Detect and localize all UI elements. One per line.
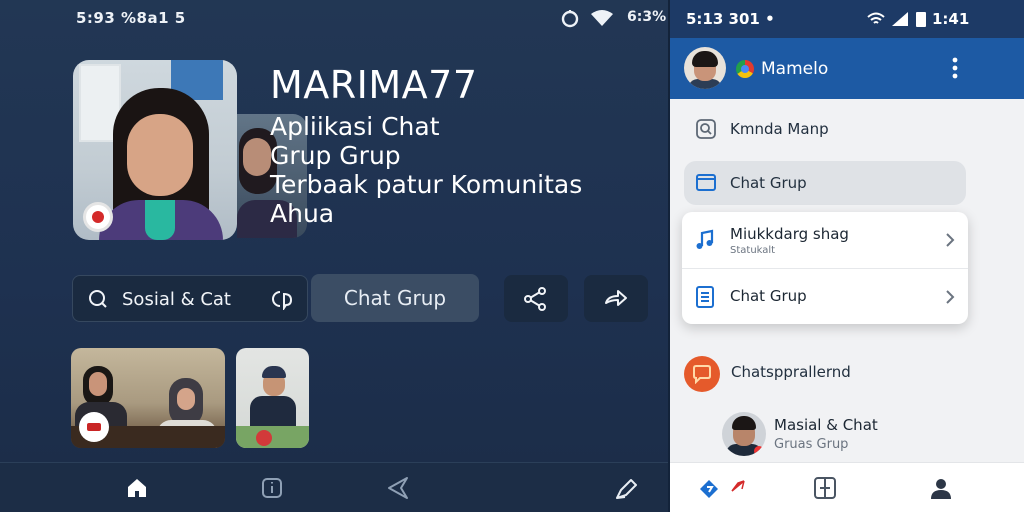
profile-icon[interactable]: [928, 475, 954, 501]
signal-icon: [892, 12, 908, 26]
forward-button[interactable]: [584, 275, 648, 322]
status-bar: 5:13 301 • 1:41: [670, 0, 1024, 38]
chat-bubble-icon[interactable]: [269, 288, 295, 310]
status-time: 5:13 301 •: [686, 10, 775, 28]
share-icon: [524, 286, 546, 311]
popup-card: Miukkdarg shag Statukalt Chat Grup: [682, 212, 968, 324]
card-row-music[interactable]: Miukkdarg shag Statukalt: [682, 212, 968, 268]
home-icon[interactable]: [125, 476, 149, 500]
wifi-icon: [591, 10, 613, 26]
status-bar: 5:93 %8а1 5 6:3%: [0, 0, 670, 38]
search-bar[interactable]: Sosial & Cat: [72, 275, 308, 322]
notification-arrow-icon: [731, 480, 745, 492]
app-title: MARIMA77: [270, 63, 478, 107]
send-icon[interactable]: [385, 476, 411, 500]
card-row-label: Chat Grup: [730, 287, 807, 305]
bottom-navigation: [0, 462, 670, 512]
app-subtitle: Apliikasi Chat Grup Grup Terbaak patur K…: [270, 112, 582, 228]
share-button[interactable]: [504, 275, 568, 322]
edit-icon[interactable]: [613, 476, 641, 502]
menu-item-search[interactable]: Kmnda Manp: [684, 107, 966, 151]
contact-avatar: [722, 412, 766, 456]
record-badge-icon: [83, 202, 113, 232]
bottom-navigation: [670, 462, 1024, 512]
subtitle-line: Grup Grup: [270, 141, 401, 170]
user-avatar[interactable]: [684, 47, 726, 89]
status-clock: 1:41: [932, 10, 970, 28]
contact-item[interactable]: Masial & Chat Gruas Grup: [722, 410, 982, 460]
contact-status: Gruas Grup: [774, 437, 849, 452]
card-row-label: Miukkdarg shag: [730, 225, 849, 243]
subtitle-line: Apliikasi Chat: [270, 112, 440, 141]
info-icon[interactable]: [260, 476, 284, 500]
video-badge-icon: [79, 412, 109, 442]
search-icon: [89, 290, 107, 308]
chevron-right-icon: [946, 233, 955, 247]
document-icon: [696, 286, 714, 308]
status-time: 5:93 %8а1 5: [76, 9, 186, 27]
group-photo-thumbnail[interactable]: [71, 348, 225, 448]
chat-home-icon[interactable]: [696, 475, 724, 503]
chat-support-label: Chatspprallernd: [731, 363, 851, 381]
forward-arrow-icon: [605, 289, 627, 306]
battery-text: 6:3%: [627, 9, 667, 25]
chat-support-item[interactable]: Chatspprallernd: [684, 354, 984, 394]
menu-item-label: Chat Grup: [730, 174, 807, 192]
music-note-icon: [696, 229, 714, 249]
chevron-right-icon: [946, 290, 955, 304]
right-phone-screen: 5:13 301 • 1:41 Mamelo Kmnda Manp Chat G…: [670, 0, 1024, 512]
profile-photo-thumbnail[interactable]: [236, 348, 309, 448]
menu-item-chat-group[interactable]: Chat Grup: [684, 161, 966, 205]
chat-support-icon: [684, 356, 720, 392]
hero-profile-photo[interactable]: [73, 60, 237, 240]
search-label: Sosial & Cat: [122, 289, 231, 310]
left-phone-screen: 5:93 %8а1 5 6:3% MARIMA77 Apliikasi Chat…: [0, 0, 670, 512]
contact-name: Masial & Chat: [774, 416, 878, 434]
app-logo-icon: [736, 60, 754, 78]
window-icon: [696, 174, 716, 191]
menu-item-label: Kmnda Manp: [730, 120, 829, 138]
app-bar-title: Mamelo: [761, 59, 829, 79]
grid-icon[interactable]: [812, 475, 838, 501]
card-row-chat-group[interactable]: Chat Grup: [682, 268, 968, 324]
subtitle-line: Ahua: [270, 199, 335, 228]
search-card-icon: [696, 119, 716, 139]
more-vert-icon[interactable]: [950, 56, 960, 80]
chat-group-button[interactable]: Chat Grup: [311, 274, 479, 322]
card-row-sublabel: Statukalt: [730, 245, 776, 256]
app-bar: Mamelo: [670, 38, 1024, 99]
battery-icon: [916, 12, 926, 27]
wifi-icon: [867, 12, 885, 24]
subtitle-line: Terbaak patur Komunitas: [270, 170, 583, 199]
timer-icon: [561, 10, 579, 28]
